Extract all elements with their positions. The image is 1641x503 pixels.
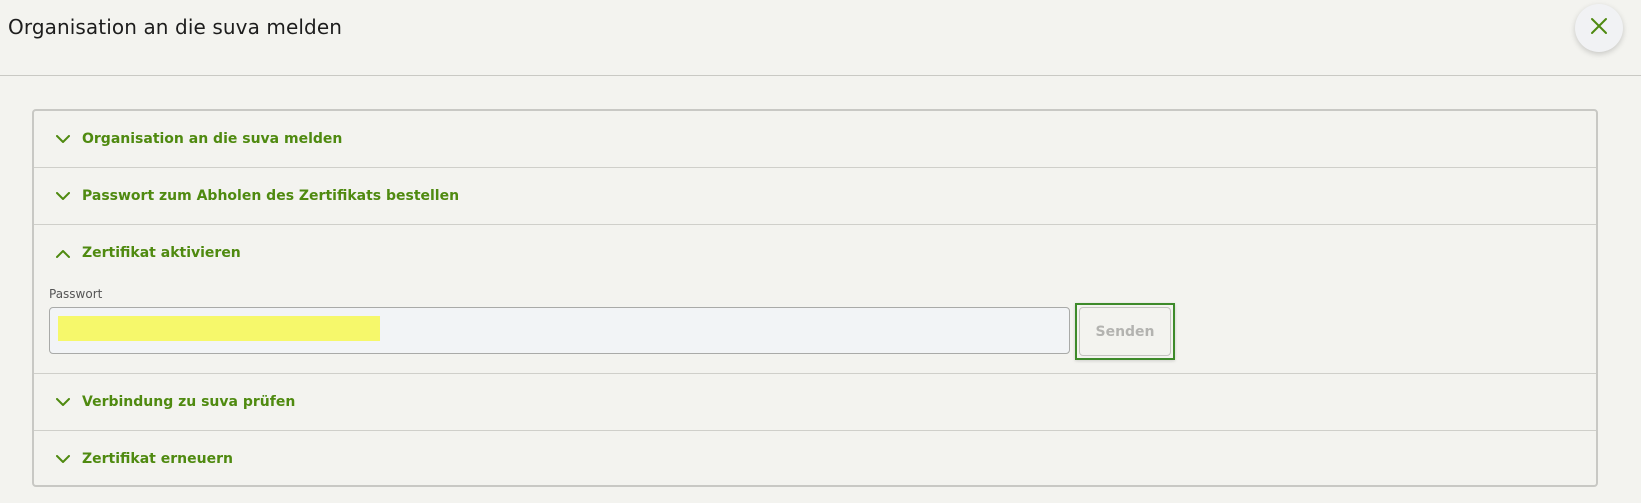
accordion-header[interactable]: Passwort zum Abholen des Zertifikats bes…	[34, 168, 1596, 224]
accordion-label: Organisation an die suva melden	[82, 131, 343, 147]
chevron-up-icon	[54, 244, 72, 262]
chevron-down-icon	[54, 130, 72, 148]
redacted-value	[58, 316, 380, 341]
accordion-header[interactable]: Organisation an die suva melden	[34, 111, 1596, 167]
accordion-header[interactable]: Zertifikat erneuern	[34, 431, 1596, 487]
page-title: Organisation an die suva melden	[8, 15, 343, 39]
accordion-item-zertifikat-erneuern: Zertifikat erneuern	[34, 431, 1596, 487]
accordion-item-zertifikat-aktivieren: Zertifikat aktivieren Passwort Senden	[34, 225, 1596, 374]
accordion-label: Zertifikat erneuern	[82, 451, 233, 467]
chevron-down-icon	[54, 187, 72, 205]
send-button-focus-ring: Senden	[1075, 303, 1175, 360]
close-icon	[1590, 17, 1608, 39]
accordion-item-organisation-melden: Organisation an die suva melden	[34, 111, 1596, 168]
accordion-item-verbindung-pruefen: Verbindung zu suva prüfen	[34, 374, 1596, 431]
accordion-label: Passwort zum Abholen des Zertifikats bes…	[82, 188, 460, 204]
close-button[interactable]	[1575, 4, 1623, 52]
accordion-label: Zertifikat aktivieren	[82, 245, 241, 261]
accordion-header[interactable]: Verbindung zu suva prüfen	[34, 374, 1596, 430]
password-input[interactable]	[49, 307, 1070, 354]
password-label: Passwort	[49, 287, 103, 301]
dialog-header: Organisation an die suva melden	[0, 0, 1641, 76]
accordion-header[interactable]: Zertifikat aktivieren	[34, 225, 1596, 281]
accordion: Organisation an die suva melden Passwort…	[32, 109, 1598, 487]
chevron-down-icon	[54, 393, 72, 411]
send-button[interactable]: Senden	[1079, 307, 1171, 356]
accordion-label: Verbindung zu suva prüfen	[82, 394, 296, 410]
accordion-item-passwort-bestellen: Passwort zum Abholen des Zertifikats bes…	[34, 168, 1596, 225]
accordion-body: Passwort Senden	[34, 281, 1596, 373]
chevron-down-icon	[54, 450, 72, 468]
